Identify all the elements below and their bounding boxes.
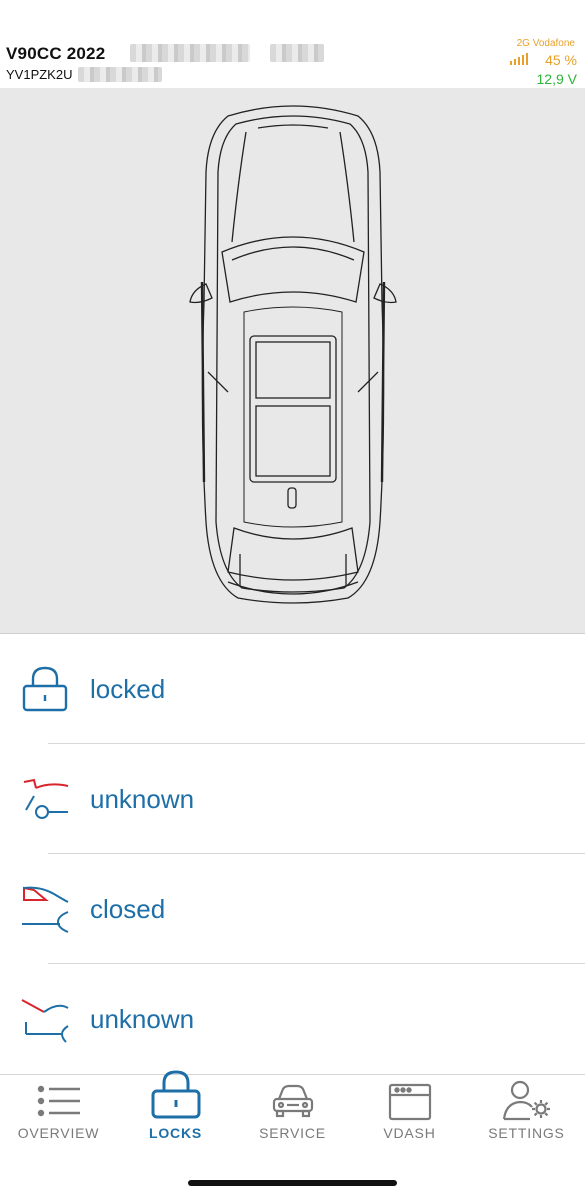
status-label: unknown (90, 1004, 195, 1034)
lock-icon (151, 1070, 200, 1119)
signal-icon (510, 53, 528, 65)
redacted-name-2 (270, 44, 324, 62)
vehicle-header: V90CC 2022 YV1PZK2U 2G Vodafone 45 % 12,… (0, 0, 585, 88)
tab-vdash[interactable]: VDASH (351, 1075, 468, 1155)
redacted-name (130, 44, 250, 62)
battery-voltage: 12,9 V (536, 71, 577, 87)
tab-label: OVERVIEW (17, 1125, 100, 1141)
rear-door-icon (23, 778, 69, 819)
home-indicator[interactable] (188, 1180, 397, 1186)
car-view (0, 88, 585, 634)
vehicle-vin: YV1PZK2U (6, 67, 73, 82)
list-icon (37, 1085, 80, 1117)
tab-label: SETTINGS (488, 1125, 565, 1141)
vehicle-title: V90CC 2022 (6, 44, 106, 63)
battery-percent: 45 % (545, 52, 577, 68)
front-door-icon (22, 886, 69, 933)
hood-icon (21, 999, 69, 1043)
list-item[interactable]: unknown (0, 964, 585, 1074)
dashboard-window-icon (388, 1083, 431, 1121)
tab-service[interactable]: SERVICE (234, 1075, 351, 1155)
tab-settings[interactable]: SETTINGS (468, 1075, 585, 1155)
tab-locks[interactable]: LOCKS (117, 1070, 234, 1155)
car-icon (272, 1084, 313, 1118)
tab-overview[interactable]: OVERVIEW (0, 1075, 117, 1155)
lock-icon (22, 666, 68, 712)
status-label: locked (90, 674, 166, 704)
list-item[interactable]: locked (0, 634, 585, 744)
tab-label: LOCKS (149, 1125, 202, 1141)
list-item[interactable]: unknown (0, 744, 585, 854)
list-item[interactable]: closed (0, 854, 585, 964)
status-label: unknown (90, 784, 195, 814)
tab-label: SERVICE (259, 1125, 326, 1141)
carrier-label: 2G Vodafone (516, 38, 575, 49)
car-top-view-icon (189, 105, 397, 604)
tab-label: VDASH (383, 1125, 436, 1141)
status-label: closed (90, 894, 166, 924)
redacted-vin (78, 67, 162, 82)
user-settings-icon (502, 1080, 550, 1121)
